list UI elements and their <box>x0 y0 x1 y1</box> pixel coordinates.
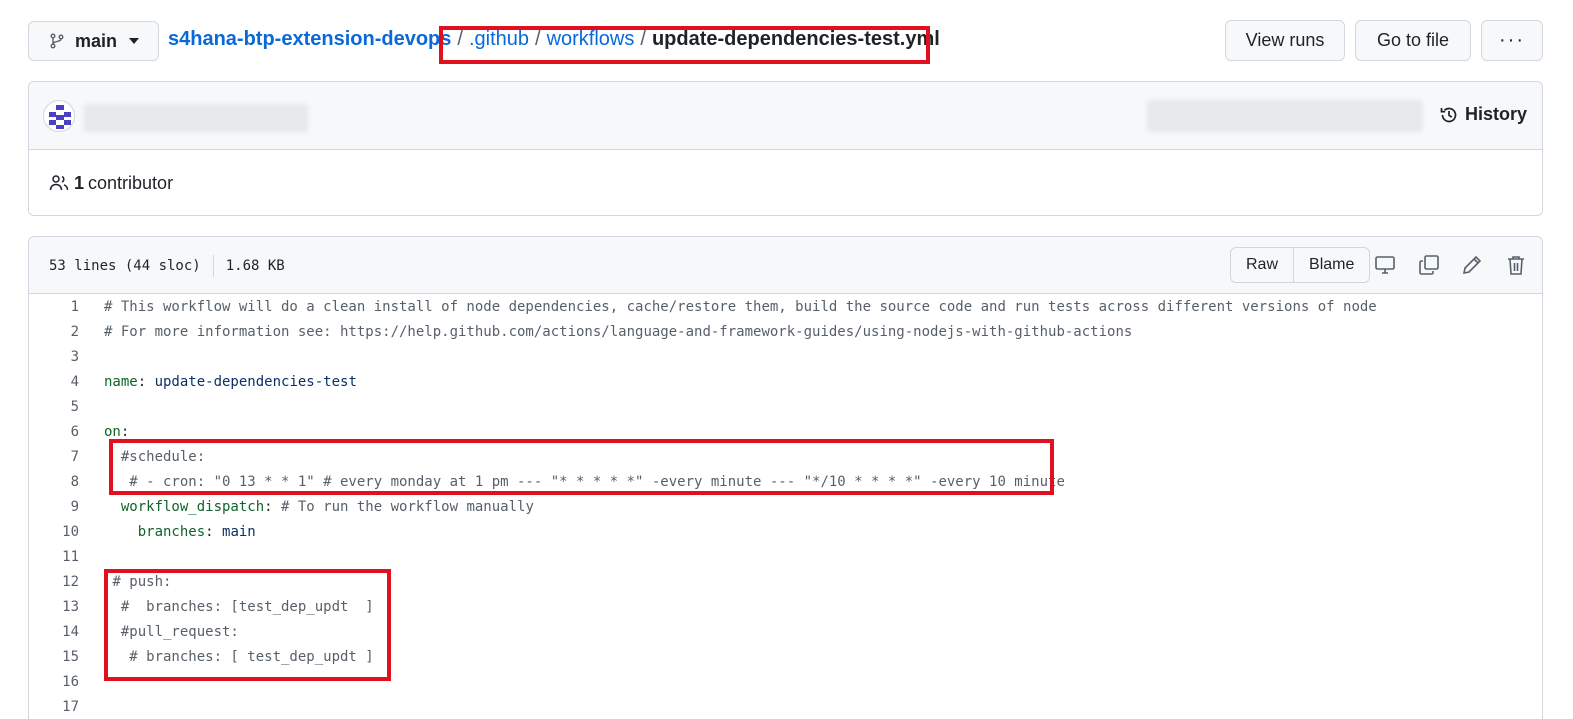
code-token: branches <box>137 523 206 540</box>
code-token: : <box>137 373 155 390</box>
line-number[interactable]: 6 <box>29 424 79 440</box>
code-line: 1 # This workflow will do a clean install… <box>29 294 1542 319</box>
line-number[interactable]: 15 <box>29 649 79 665</box>
line-number[interactable]: 11 <box>29 549 79 565</box>
contributor-count: 1 <box>74 172 85 193</box>
branch-selector-button[interactable]: main <box>28 21 159 61</box>
line-content: # This workflow will do a clean install … <box>104 299 1377 315</box>
desktop-icon[interactable] <box>1373 253 1397 277</box>
code-token: main <box>222 523 256 540</box>
blurred-commit-meta <box>1147 100 1423 132</box>
file-header-bar: main s4hana-btp-extension-devops / .gith… <box>28 20 1543 64</box>
blame-button[interactable]: Blame <box>1293 248 1369 282</box>
code-token: update-dependencies-test <box>154 373 357 390</box>
pencil-icon[interactable] <box>1460 253 1484 277</box>
line-number[interactable]: 14 <box>29 624 79 640</box>
line-number[interactable]: 2 <box>29 324 79 340</box>
code-token: : <box>264 498 282 515</box>
line-number[interactable]: 16 <box>29 674 79 690</box>
code-token: workflow_dispatch <box>120 498 265 515</box>
line-content: name: update-dependencies-test <box>104 374 357 390</box>
commit-header: History <box>29 82 1542 150</box>
go-to-file-button[interactable]: Go to file <box>1355 20 1471 61</box>
breadcrumb-repo-link[interactable]: s4hana-btp-extension-devops <box>168 28 451 51</box>
people-icon <box>49 175 69 191</box>
code-line: 10 branches: main <box>29 519 1542 544</box>
file-size: 1.68 KB <box>225 258 285 274</box>
branch-name: main <box>75 30 118 51</box>
history-icon <box>1440 107 1457 122</box>
more-options-button[interactable]: ··· <box>1481 20 1543 61</box>
code-line: 17 <box>29 694 1542 719</box>
line-number[interactable]: 8 <box>29 474 79 490</box>
divider <box>212 255 214 277</box>
line-number[interactable]: 10 <box>29 524 79 540</box>
code-token: : <box>205 523 223 540</box>
git-branch-icon <box>50 33 64 49</box>
file-toolbar: 53 lines (44 sloc) 1.68 KB Raw Blame <box>29 237 1542 294</box>
trash-icon[interactable] <box>1504 253 1528 277</box>
contributor-label: contributor <box>88 172 174 193</box>
code-line: 9 workflow_dispatch: # To run the workfl… <box>29 494 1542 519</box>
line-number[interactable]: 13 <box>29 599 79 615</box>
line-number[interactable]: 12 <box>29 574 79 590</box>
line-number[interactable]: 5 <box>29 399 79 415</box>
chevron-down-icon <box>129 38 140 44</box>
line-content: branches: main <box>104 524 256 540</box>
contributors-row[interactable]: 1 contributor <box>29 150 1542 216</box>
latest-commit-box: History 1 contributor <box>28 81 1543 216</box>
blurred-commit-message <box>84 104 308 132</box>
history-label: History <box>1465 104 1528 124</box>
code-line: 11 <box>29 544 1542 569</box>
code-token: # To run the workflow manually <box>281 498 534 515</box>
line-number[interactable]: 17 <box>29 699 79 715</box>
code-token: # This workflow will do a clean install … <box>104 298 1377 315</box>
line-count: 53 lines (44 sloc) <box>49 258 201 274</box>
code-token: name <box>104 373 138 390</box>
line-number[interactable]: 7 <box>29 449 79 465</box>
line-number[interactable]: 4 <box>29 374 79 390</box>
line-content: workflow_dispatch: # To run the workflow… <box>104 499 534 515</box>
file-info: 53 lines (44 sloc) 1.68 KB <box>49 255 285 277</box>
view-runs-button[interactable]: View runs <box>1225 20 1345 61</box>
copy-icon[interactable] <box>1417 253 1441 277</box>
code-token: on <box>104 423 121 440</box>
line-content: on: <box>104 424 129 440</box>
line-content: # For more information see: https://help… <box>104 324 1132 340</box>
code-line: 3 <box>29 344 1542 369</box>
highlight-box-push <box>104 569 391 681</box>
code-line: 4 name: update-dependencies-test <box>29 369 1542 394</box>
highlight-box-path <box>439 26 930 64</box>
line-number[interactable]: 1 <box>29 299 79 315</box>
line-number[interactable]: 9 <box>29 499 79 515</box>
code-line: 2 # For more information see: https://hel… <box>29 319 1542 344</box>
raw-blame-group: Raw Blame <box>1230 247 1371 283</box>
line-number[interactable]: 3 <box>29 349 79 365</box>
raw-button[interactable]: Raw <box>1231 248 1293 282</box>
code-token: # For more information see: https://help… <box>104 323 1133 340</box>
avatar[interactable] <box>43 100 75 132</box>
highlight-box-schedule <box>109 439 1054 495</box>
history-button[interactable]: History <box>1439 104 1527 125</box>
code-token: : <box>120 423 130 440</box>
code-line: 5 <box>29 394 1542 419</box>
